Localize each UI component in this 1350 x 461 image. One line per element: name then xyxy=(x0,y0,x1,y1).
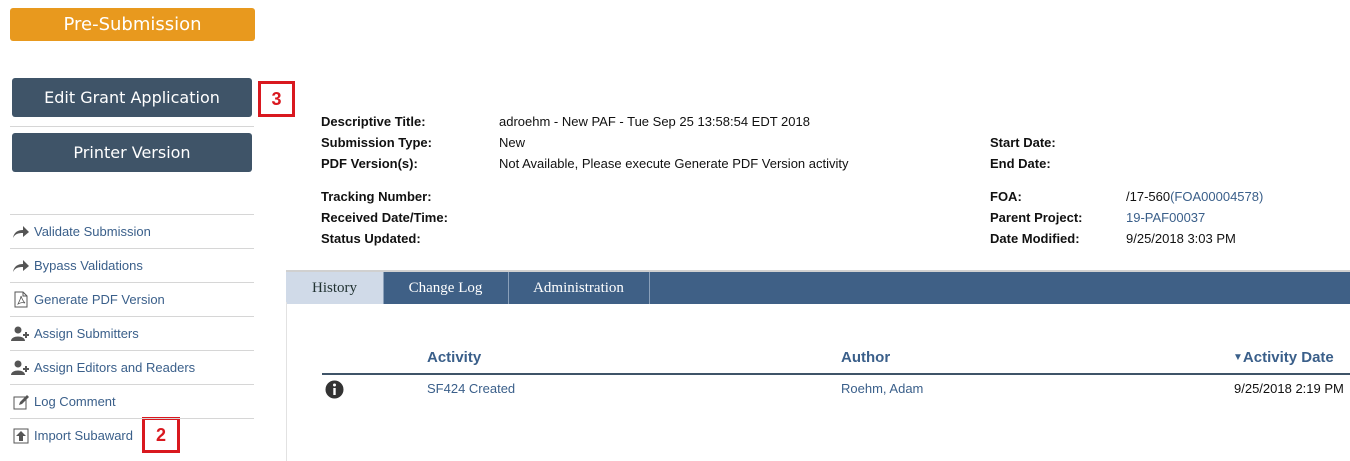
column-header-activity-date[interactable]: ▼Activity Date xyxy=(1233,349,1334,366)
submission-type-label: Submission Type: xyxy=(321,135,432,150)
sidebar-item-label: Bypass Validations xyxy=(34,258,143,273)
info-icon[interactable] xyxy=(325,380,344,402)
status-updated-label: Status Updated: xyxy=(321,231,421,246)
share-arrow-icon xyxy=(10,259,32,273)
start-date-label: Start Date: xyxy=(990,135,1056,150)
column-header-label: Activity Date xyxy=(1242,349,1334,366)
share-arrow-icon xyxy=(10,225,32,239)
panel-border xyxy=(286,302,287,461)
sidebar-item-label: Validate Submission xyxy=(34,224,151,239)
tab-bar: History Change Log Administration xyxy=(286,270,1350,304)
activity-date-cell: 9/25/2018 2:19 PM xyxy=(1234,381,1344,396)
tab-change-log[interactable]: Change Log xyxy=(383,272,509,304)
foa-number: /17-560 xyxy=(1126,189,1171,204)
pdf-versions-value: Not Available, Please execute Generate P… xyxy=(499,156,849,171)
parent-project-link[interactable]: 19-PAF00037 xyxy=(1126,210,1205,225)
user-add-icon xyxy=(10,326,32,341)
received-date-label: Received Date/Time: xyxy=(321,210,448,225)
parent-project-label: Parent Project: xyxy=(990,210,1083,225)
pdf-icon xyxy=(10,291,32,308)
sidebar-item-generate-pdf[interactable]: Generate PDF Version xyxy=(10,282,254,316)
sidebar-item-assign-editors[interactable]: Assign Editors and Readers xyxy=(10,350,254,384)
callout-marker-3: 3 xyxy=(258,81,295,117)
sidebar-item-label: Assign Editors and Readers xyxy=(34,360,196,375)
author-link[interactable]: Roehm, Adam xyxy=(841,381,923,396)
project-status-badge: Pre-Submission xyxy=(10,8,255,41)
edit-note-icon xyxy=(10,394,32,410)
date-modified-label: Date Modified: xyxy=(990,231,1080,246)
sidebar-item-log-comment[interactable]: Log Comment xyxy=(10,384,254,418)
edit-grant-application-button[interactable]: Edit Grant Application xyxy=(12,78,252,117)
column-header-activity[interactable]: Activity xyxy=(427,349,481,366)
foa-value: /17-560(FOA00004578) xyxy=(1126,189,1263,204)
activities-list: Validate Submission Bypass Validations G… xyxy=(10,214,254,452)
user-add-icon xyxy=(10,360,32,375)
descriptive-title-value: adroehm - New PAF - Tue Sep 25 13:58:54 … xyxy=(499,114,810,129)
sidebar-item-label: Import Subaward xyxy=(34,428,133,443)
foa-link[interactable]: (FOA00004578) xyxy=(1170,189,1263,204)
sidebar-item-label: Generate PDF Version xyxy=(34,292,165,307)
date-modified-value: 9/25/2018 3:03 PM xyxy=(1126,231,1236,246)
tab-history[interactable]: History xyxy=(286,272,384,304)
table-header-divider xyxy=(322,373,1350,375)
upload-icon xyxy=(10,428,32,444)
column-header-author[interactable]: Author xyxy=(841,349,890,366)
sidebar-item-assign-submitters[interactable]: Assign Submitters xyxy=(10,316,254,350)
descriptive-title-label: Descriptive Title: xyxy=(321,114,426,129)
sidebar-item-bypass-validations[interactable]: Bypass Validations xyxy=(10,248,254,282)
sort-descending-icon: ▼ xyxy=(1233,352,1243,363)
activity-link[interactable]: SF424 Created xyxy=(427,381,515,396)
sidebar-item-import-subaward[interactable]: Import Subaward xyxy=(10,418,254,452)
divider xyxy=(10,126,254,127)
printer-version-button[interactable]: Printer Version xyxy=(12,133,252,172)
pdf-versions-label: PDF Version(s): xyxy=(321,156,418,171)
tab-administration[interactable]: Administration xyxy=(508,272,650,304)
tracking-number-label: Tracking Number: xyxy=(321,189,432,204)
sidebar-item-label: Assign Submitters xyxy=(34,326,139,341)
foa-label: FOA: xyxy=(990,189,1022,204)
end-date-label: End Date: xyxy=(990,156,1051,171)
submission-type-value: New xyxy=(499,135,526,150)
sidebar-item-validate-submission[interactable]: Validate Submission xyxy=(10,214,254,248)
sidebar-item-label: Log Comment xyxy=(34,394,116,409)
